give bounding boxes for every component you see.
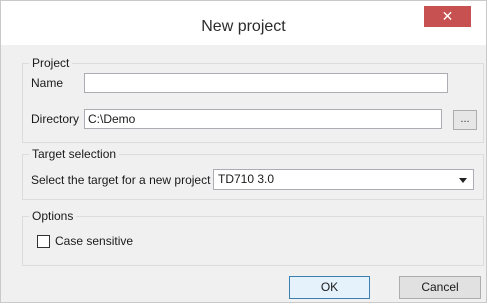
target-select-label: Select the target for a new project [31, 173, 211, 187]
target-selection-group: Target selection Select the target for a… [22, 147, 484, 200]
chevron-down-icon [459, 178, 467, 183]
ok-button[interactable]: OK [289, 276, 370, 299]
target-selected-value: TD710 3.0 [218, 172, 275, 186]
dialog-title: New project [201, 18, 286, 35]
cancel-button[interactable]: Cancel [399, 276, 481, 299]
options-legend: Options [29, 209, 77, 223]
project-group: Project Name Directory C:\Demo ... [22, 56, 484, 143]
target-select[interactable]: TD710 3.0 [213, 169, 474, 190]
close-icon: ✕ [441, 8, 454, 24]
title-bar: New project ✕ [1, 1, 486, 45]
project-group-legend: Project [29, 56, 73, 70]
browse-button[interactable]: ... [453, 110, 477, 130]
directory-label: Directory [31, 112, 80, 126]
directory-field[interactable]: C:\Demo [84, 109, 442, 129]
case-sensitive-label[interactable]: Case sensitive [55, 234, 133, 248]
new-project-dialog: New project ✕ Project Name Directory C:\… [0, 0, 487, 303]
name-label: Name [31, 76, 64, 90]
close-button[interactable]: ✕ [424, 6, 471, 27]
options-group: Options Case sensitive [22, 209, 484, 266]
case-sensitive-checkbox[interactable] [37, 235, 50, 248]
dialog-content: Project Name Directory C:\Demo ... Targe… [1, 45, 486, 302]
target-selection-legend: Target selection [29, 147, 120, 161]
name-field[interactable] [84, 73, 448, 93]
